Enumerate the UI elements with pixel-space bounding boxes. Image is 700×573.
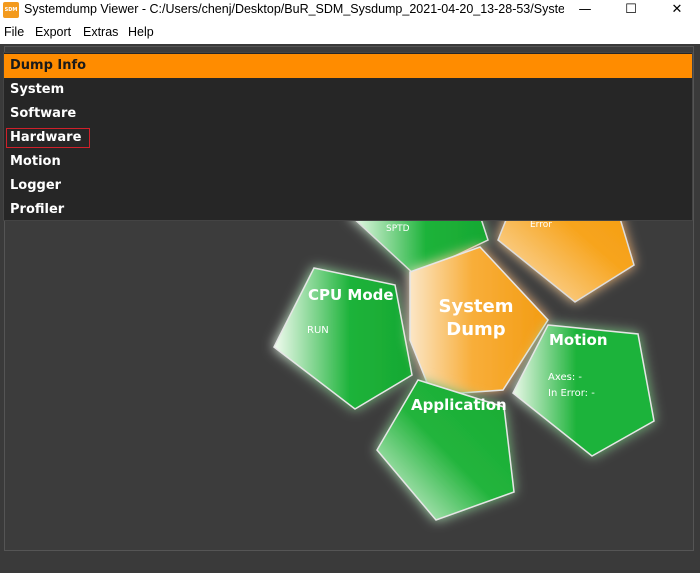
dropdown-item-motion[interactable]: Motion <box>10 152 61 172</box>
dropdown-item-system[interactable]: System <box>10 80 64 100</box>
motion-axes: Axes: - <box>548 372 582 383</box>
application-title: Application <box>411 396 507 414</box>
cpu-mode-value: RUN <box>307 325 329 336</box>
petal-top-left-sub: SPTD <box>386 224 410 234</box>
petal-top-right-sub: Error <box>530 220 552 230</box>
dump-info-dropdown: Dump Info System Software Hardware Motio… <box>3 52 693 221</box>
cpu-mode-title: CPU Mode <box>308 286 394 304</box>
system-dump-line1: System <box>439 296 514 317</box>
petal-application[interactable]: Application <box>376 379 515 521</box>
dropdown-item-logger[interactable]: Logger <box>10 176 61 196</box>
petal-cpu-mode[interactable]: CPU Mode RUN <box>273 267 413 410</box>
dropdown-item-profiler[interactable]: Profiler <box>10 200 64 220</box>
system-dump-line2: Dump <box>446 319 506 340</box>
motion-title: Motion <box>549 331 608 349</box>
dropdown-item-software[interactable]: Software <box>10 104 76 124</box>
petal-motion[interactable]: Motion Axes: - In Error: - <box>512 324 655 457</box>
motion-in-error: In Error: - <box>548 388 595 399</box>
hardware-highlight-box <box>6 128 90 148</box>
dropdown-header[interactable]: Dump Info <box>4 54 692 78</box>
